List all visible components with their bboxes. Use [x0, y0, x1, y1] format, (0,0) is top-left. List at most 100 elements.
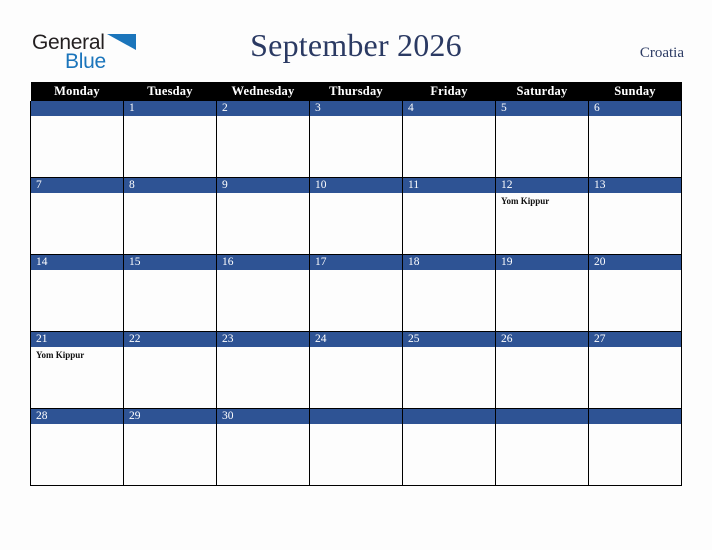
day-number: 21: [31, 332, 123, 347]
day-number: 12: [496, 178, 588, 193]
day-number: 29: [124, 409, 216, 424]
day-number: 1: [124, 101, 216, 116]
day-cell-26[interactable]: 26: [495, 331, 589, 409]
day-number: 8: [124, 178, 216, 193]
day-cell-10[interactable]: 10: [309, 177, 403, 255]
holiday-label: Yom Kippur: [501, 196, 550, 206]
calendar-week-row: 123456: [30, 101, 682, 178]
day-cell-inner: 13: [589, 178, 681, 254]
day-cell-inner: 8: [124, 178, 216, 254]
day-cell-empty[interactable]: [402, 408, 496, 486]
day-cell-inner: 16: [217, 255, 309, 331]
day-cell-empty[interactable]: [588, 408, 682, 486]
day-number: 3: [310, 101, 402, 116]
day-cell-7[interactable]: 7: [30, 177, 124, 255]
day-cell-17[interactable]: 17: [309, 254, 403, 332]
day-number: 20: [589, 255, 681, 270]
day-cell-20[interactable]: 20: [588, 254, 682, 332]
day-number: 6: [589, 101, 681, 116]
day-cell-inner: 25: [403, 332, 495, 408]
day-cell-27[interactable]: 27: [588, 331, 682, 409]
day-cell-13[interactable]: 13: [588, 177, 682, 255]
day-cell-11[interactable]: 11: [402, 177, 496, 255]
weekday-header-sunday: Sunday: [588, 82, 682, 101]
day-number: 22: [124, 332, 216, 347]
day-cell-5[interactable]: 5: [495, 101, 589, 178]
calendar-body: 1 2 3 4 5 6 7 8 9 10 11 12 Yom Kippur 13 14 15 16 17 18 19 2…: [30, 101, 682, 486]
day-number: 14: [31, 255, 123, 270]
day-cell-24[interactable]: 24: [309, 331, 403, 409]
day-cell-inner: 12 Yom Kippur: [496, 178, 588, 254]
day-cell-25[interactable]: 25: [402, 331, 496, 409]
day-cell-3[interactable]: 3: [309, 101, 403, 178]
day-cell-4[interactable]: 4: [402, 101, 496, 178]
calendar-week-row: 21 Yom Kippur 22 23 24 25 26 27: [30, 331, 682, 409]
day-cell-empty[interactable]: [495, 408, 589, 486]
day-number: 26: [496, 332, 588, 347]
day-number: 13: [589, 178, 681, 193]
day-cell-inner: 22: [124, 332, 216, 408]
calendar-week-row: 28 29 30: [30, 408, 682, 486]
day-cell-inner: 24: [310, 332, 402, 408]
day-cell-inner: [403, 409, 495, 485]
weekday-header-row: Monday Tuesday Wednesday Thursday Friday Satu…: [30, 82, 682, 101]
day-cell-6[interactable]: 6: [588, 101, 682, 178]
day-cell-inner: 1: [124, 101, 216, 177]
day-cell-empty[interactable]: [30, 101, 124, 178]
day-events: Yom Kippur: [497, 193, 588, 207]
day-cell-16[interactable]: 16: [216, 254, 310, 332]
day-cell-29[interactable]: 29: [123, 408, 217, 486]
day-number: 9: [217, 178, 309, 193]
day-number: [589, 409, 681, 424]
day-cell-inner: [496, 409, 588, 485]
day-cell-19[interactable]: 19: [495, 254, 589, 332]
day-cell-2[interactable]: 2: [216, 101, 310, 178]
day-number: 17: [310, 255, 402, 270]
day-number: 30: [217, 409, 309, 424]
day-cell-inner: [310, 409, 402, 485]
day-cell-30[interactable]: 30: [216, 408, 310, 486]
day-number: 18: [403, 255, 495, 270]
holiday-label: Yom Kippur: [36, 350, 85, 360]
day-events: Yom Kippur: [32, 347, 123, 361]
day-cell-inner: 19: [496, 255, 588, 331]
day-cell-empty[interactable]: [309, 408, 403, 486]
day-cell-inner: 3: [310, 101, 402, 177]
day-cell-14[interactable]: 14: [30, 254, 124, 332]
day-cell-inner: 2: [217, 101, 309, 177]
day-cell-21[interactable]: 21 Yom Kippur: [30, 331, 124, 409]
calendar-week-row: 14 15 16 17 18 19 20: [30, 254, 682, 332]
day-number: 16: [217, 255, 309, 270]
day-cell-inner: 10: [310, 178, 402, 254]
day-cell-inner: 30: [217, 409, 309, 485]
day-cell-inner: 18: [403, 255, 495, 331]
day-cell-28[interactable]: 28: [30, 408, 124, 486]
day-cell-inner: 15: [124, 255, 216, 331]
day-cell-inner: 6: [589, 101, 681, 177]
day-cell-15[interactable]: 15: [123, 254, 217, 332]
day-cell-8[interactable]: 8: [123, 177, 217, 255]
day-cell-inner: [589, 409, 681, 485]
day-cell-inner: 14: [31, 255, 123, 331]
day-cell-9[interactable]: 9: [216, 177, 310, 255]
day-cell-1[interactable]: 1: [123, 101, 217, 178]
day-number: 2: [217, 101, 309, 116]
day-number: [496, 409, 588, 424]
weekday-header-saturday: Saturday: [495, 82, 589, 101]
day-cell-18[interactable]: 18: [402, 254, 496, 332]
calendar-grid: Monday Tuesday Wednesday Thursday Friday Satu…: [30, 82, 682, 486]
day-cell-inner: 7: [31, 178, 123, 254]
day-cell-inner: 23: [217, 332, 309, 408]
day-cell-inner: 11: [403, 178, 495, 254]
day-cell-22[interactable]: 22: [123, 331, 217, 409]
day-number: [310, 409, 402, 424]
day-cell-23[interactable]: 23: [216, 331, 310, 409]
day-number: 27: [589, 332, 681, 347]
day-cell-inner: 21 Yom Kippur: [31, 332, 123, 408]
day-number: [31, 101, 123, 116]
weekday-header-friday: Friday: [402, 82, 496, 101]
day-number: 23: [217, 332, 309, 347]
country-label: Croatia: [639, 45, 684, 61]
day-cell-inner: 20: [589, 255, 681, 331]
day-cell-12[interactable]: 12 Yom Kippur: [495, 177, 589, 255]
